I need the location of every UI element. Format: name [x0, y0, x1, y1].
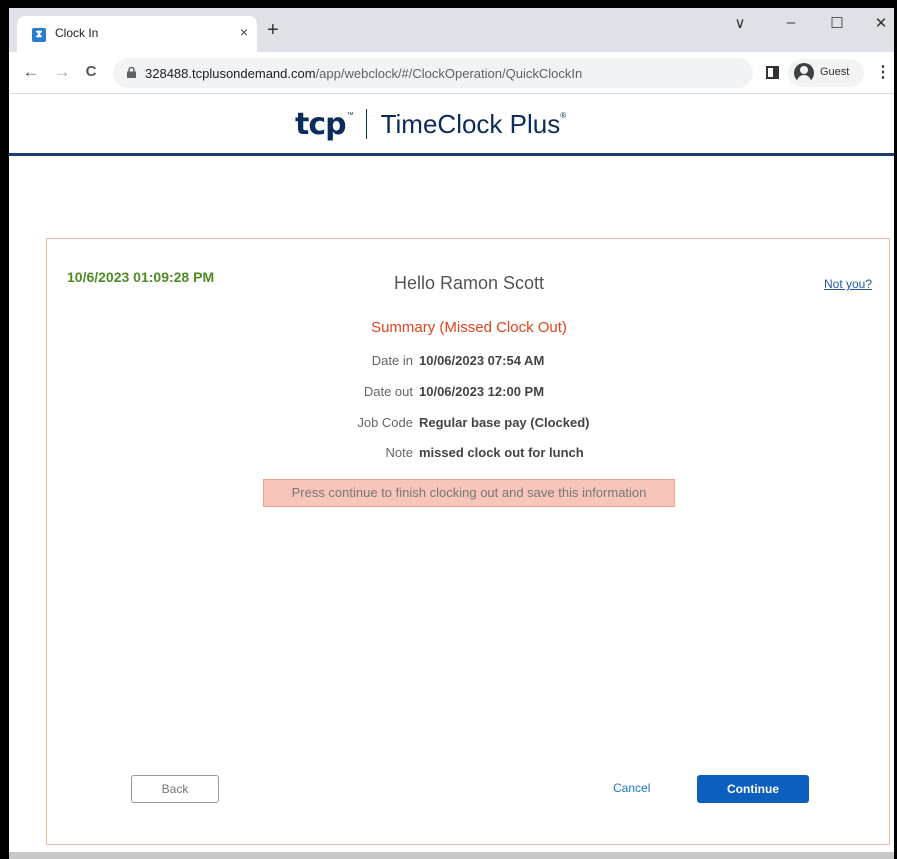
summary-row-job-code: Job Code Regular base pay (Clocked) — [47, 415, 891, 433]
close-window-button[interactable]: ✕ — [866, 14, 896, 32]
minimize-button[interactable]: – — [776, 14, 806, 31]
summary-row-date-out: Date out 10/06/2023 12:00 PM — [47, 384, 891, 402]
avatar-icon — [794, 63, 814, 83]
window-frame-left — [0, 0, 9, 859]
url-host: 328488.tcplusondemand.com — [145, 66, 316, 81]
tab-search-icon[interactable]: ∨ — [725, 14, 755, 32]
summary-label: Date in — [371, 353, 413, 368]
tab-title: Clock In — [55, 26, 99, 40]
browser-tabstrip: ⧗ Clock In × + ∨ – ☐ ✕ — [9, 8, 894, 52]
greeting: Hello Ramon Scott — [393, 273, 545, 293]
logo-mark: tcp — [295, 106, 347, 142]
not-you-link[interactable]: Not you? — [824, 277, 872, 291]
app-header: tcp ™ TimeClock Plus ® — [9, 94, 894, 156]
window-frame-top — [0, 0, 897, 8]
summary-row-note: Note missed clock out for lunch — [47, 445, 891, 463]
summary-value: Regular base pay (Clocked) — [419, 415, 590, 430]
profile-button[interactable]: Guest — [788, 59, 864, 87]
close-tab-icon[interactable]: × — [235, 24, 253, 40]
continue-button[interactable]: Continue — [697, 775, 809, 803]
reload-icon[interactable]: C — [81, 62, 101, 82]
summary-row-date-in: Date in 10/06/2023 07:54 AM — [47, 353, 891, 371]
summary-title: Summary (Missed Clock Out) — [371, 319, 567, 336]
logo-name: TimeClock Plus — [380, 108, 561, 139]
browser-toolbar: ← → C 328488.tcplusondemand.com/app/webc… — [9, 52, 894, 94]
side-panel-icon[interactable] — [766, 66, 779, 79]
maximize-button[interactable]: ☐ — [822, 14, 852, 32]
clock-summary-card: 10/6/2023 01:09:28 PM Hello Ramon Scott … — [46, 238, 890, 845]
horizontal-scrollbar[interactable] — [9, 852, 894, 859]
logo-registered: ® — [560, 110, 567, 120]
menu-dots-icon[interactable]: ⋮ — [875, 62, 891, 82]
back-arrow-icon[interactable]: ← — [21, 62, 41, 82]
browser-tab[interactable]: ⧗ Clock In × — [17, 16, 257, 52]
address-bar[interactable]: 328488.tcplusondemand.com/app/webclock/#… — [113, 58, 753, 88]
summary-value: missed clock out for lunch — [419, 445, 584, 460]
logo-trademark: ™ — [346, 111, 354, 119]
cancel-button[interactable]: Cancel — [613, 781, 650, 795]
url-text: 328488.tcplusondemand.com/app/webclock/#… — [145, 66, 582, 81]
lock-icon — [127, 67, 136, 78]
hourglass-icon: ⧗ — [32, 28, 46, 42]
url-path: /app/webclock/#/ClockOperation/QuickCloc… — [315, 66, 583, 81]
tcp-logo: tcp ™ TimeClock Plus ® — [295, 106, 566, 142]
logo-divider — [365, 109, 367, 139]
back-button[interactable]: Back — [131, 775, 219, 803]
summary-label: Note — [385, 445, 413, 460]
summary-value: 10/06/2023 12:00 PM — [419, 384, 545, 399]
info-notice: Press continue to finish clocking out an… — [263, 479, 675, 507]
summary-label: Date out — [363, 384, 413, 399]
summary-label: Job Code — [357, 415, 413, 430]
summary-value: 10/06/2023 07:54 AM — [419, 353, 545, 368]
forward-arrow-icon[interactable]: → — [52, 62, 72, 82]
new-tab-button[interactable]: + — [267, 20, 279, 40]
profile-label: Guest — [820, 66, 850, 78]
